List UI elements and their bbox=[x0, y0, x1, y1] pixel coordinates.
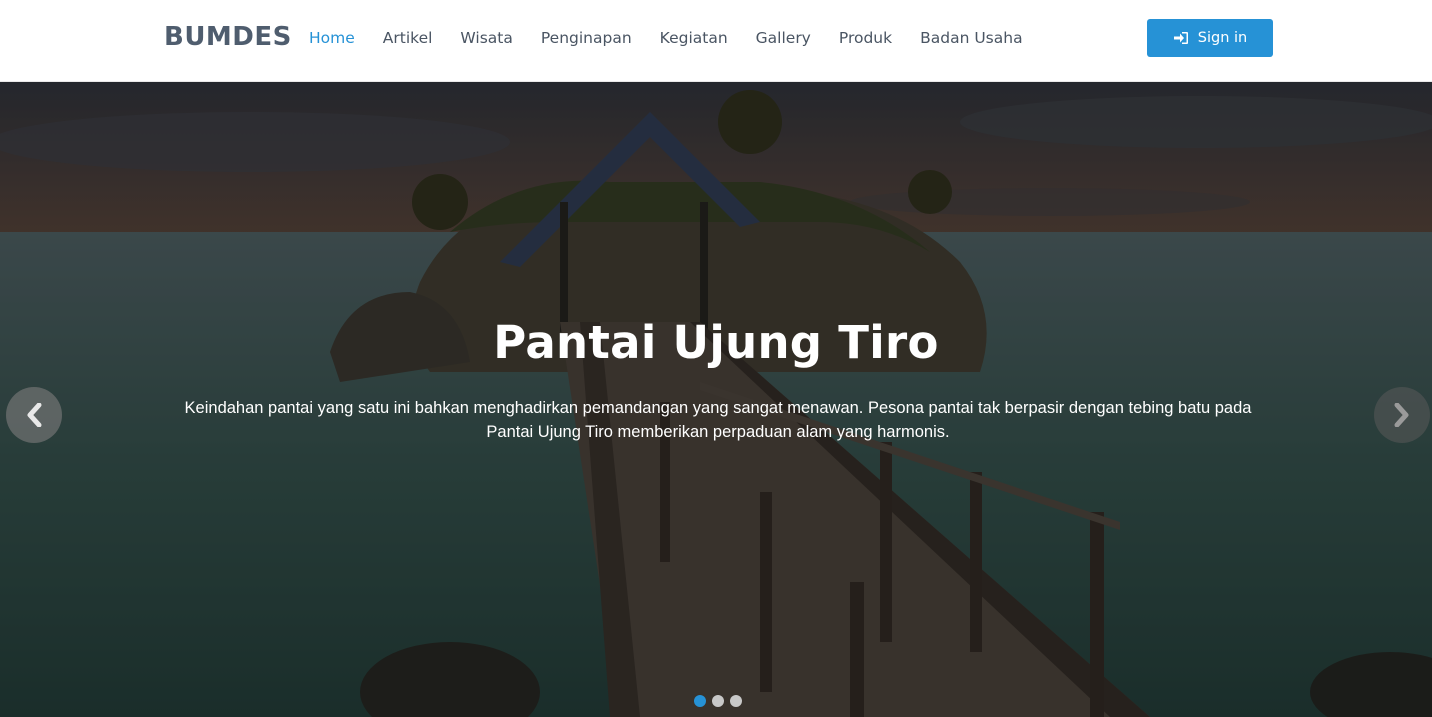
carousel-indicator-3[interactable] bbox=[730, 695, 742, 707]
nav-item-penginapan[interactable]: Penginapan bbox=[541, 28, 632, 48]
chevron-right-icon bbox=[1394, 403, 1409, 427]
chevron-left-icon bbox=[27, 403, 42, 427]
sign-in-button[interactable]: Sign in bbox=[1147, 19, 1273, 57]
nav-item-home[interactable]: Home bbox=[309, 28, 355, 48]
nav-item-artikel[interactable]: Artikel bbox=[383, 28, 433, 48]
sign-in-label: Sign in bbox=[1197, 30, 1248, 46]
brand-logo[interactable]: BUMDES bbox=[164, 22, 292, 52]
sign-in-icon bbox=[1173, 32, 1188, 44]
nav-item-badan-usaha[interactable]: Badan Usaha bbox=[920, 28, 1022, 48]
carousel-next-button[interactable] bbox=[1374, 387, 1430, 443]
top-navbar: BUMDES Home Artikel Wisata Penginapan Ke… bbox=[0, 0, 1432, 82]
carousel-indicator-1[interactable] bbox=[694, 695, 706, 707]
slide-title: Pantai Ujung Tiro bbox=[493, 316, 939, 369]
nav-item-wisata[interactable]: Wisata bbox=[460, 28, 512, 48]
slide-description: Keindahan pantai yang satu ini bahkan me… bbox=[184, 399, 1252, 441]
nav-item-kegiatan[interactable]: Kegiatan bbox=[660, 28, 728, 48]
carousel-prev-button[interactable] bbox=[6, 387, 62, 443]
nav-item-gallery[interactable]: Gallery bbox=[756, 28, 811, 48]
carousel-indicator-2[interactable] bbox=[712, 695, 724, 707]
carousel-indicators bbox=[694, 695, 748, 707]
hero-carousel: Pantai Ujung Tiro Keindahan pantai yang … bbox=[0, 82, 1432, 717]
main-nav: Home Artikel Wisata Penginapan Kegiatan … bbox=[309, 28, 1051, 48]
nav-item-produk[interactable]: Produk bbox=[839, 28, 892, 48]
